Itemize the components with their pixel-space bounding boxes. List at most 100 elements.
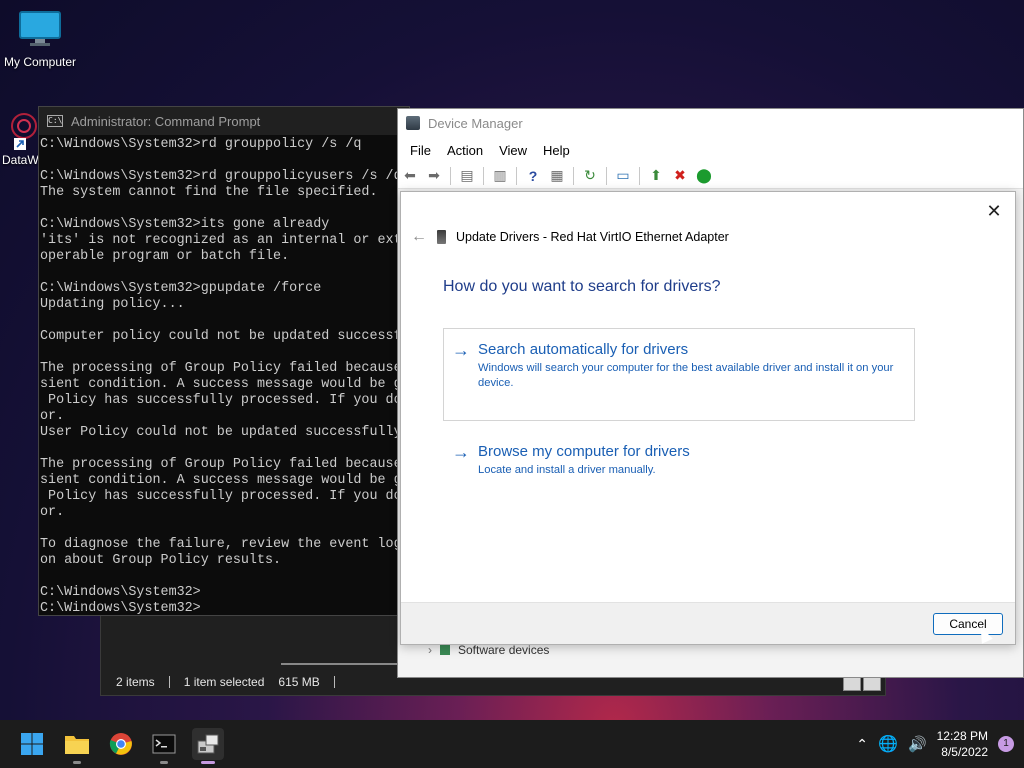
- option-description: Locate and install a driver manually.: [478, 464, 656, 476]
- network-globe-icon[interactable]: 🌐: [878, 734, 898, 754]
- cmd-icon: C:\: [47, 115, 63, 127]
- horizontal-scrollbar[interactable]: [281, 663, 401, 665]
- status-divider: [168, 676, 170, 688]
- help-icon[interactable]: ?: [523, 166, 543, 186]
- status-item-count: 2 items: [116, 675, 155, 689]
- properties-icon[interactable]: ▥: [490, 166, 510, 186]
- action-pane-icon[interactable]: ▦: [547, 166, 567, 186]
- menu-help[interactable]: Help: [535, 143, 578, 158]
- clock[interactable]: 12:28 PM 8/5/2022: [937, 728, 988, 760]
- update-drivers-dialog[interactable]: ✕ ← Update Drivers - Red Hat VirtIO Ethe…: [400, 191, 1016, 645]
- dialog-footer: Cancel: [401, 602, 1015, 644]
- toolbar-divider: [573, 166, 574, 185]
- folder-icon: [65, 736, 89, 754]
- taskbar-terminal[interactable]: [148, 728, 180, 764]
- menu-file[interactable]: File: [402, 143, 439, 158]
- console-line: Policy has successfully processed. If yo…: [40, 489, 409, 504]
- tree-item-label: Software devices: [458, 643, 550, 657]
- devmgr-menu-bar: File Action View Help: [398, 137, 1023, 163]
- close-icon[interactable]: ✕: [983, 200, 1005, 222]
- notification-badge[interactable]: 1: [998, 736, 1014, 752]
- menu-action[interactable]: Action: [439, 143, 491, 158]
- option-title: Browse my computer for drivers: [478, 443, 690, 460]
- console-line: C:\Windows\System32>: [40, 601, 201, 615]
- console-line: Policy has successfully processed. If yo…: [40, 393, 409, 408]
- back-arrow-icon[interactable]: ←: [411, 228, 427, 246]
- desktop-icon-dataw[interactable]: DataW: [2, 110, 38, 167]
- console-line: The processing of Group Policy failed be…: [40, 457, 409, 472]
- terminal-icon: [152, 734, 176, 754]
- device-manager-icon: [197, 734, 219, 754]
- console-line: sient condition. A success message would…: [40, 473, 409, 488]
- console-line: C:\Windows\System32>gpupdate /force: [40, 281, 322, 296]
- dialog-question: How do you want to search for drivers?: [443, 278, 721, 295]
- taskbar-device-manager[interactable]: [192, 728, 224, 764]
- start-button[interactable]: [16, 728, 48, 760]
- running-indicator: [160, 761, 168, 764]
- console-line: Computer policy could not be updated suc…: [40, 329, 409, 344]
- chrome-icon: [109, 733, 132, 755]
- taskbar-chrome[interactable]: [105, 728, 137, 760]
- enable-device-icon[interactable]: ⬤: [694, 166, 714, 186]
- system-tray: ⌃ 🌐 🔊 12:28 PM 8/5/2022 1: [856, 720, 1014, 768]
- computer-icon: [19, 11, 61, 46]
- tree-item-software-devices[interactable]: › Software devices: [428, 643, 549, 657]
- status-selected: 1 item selected: [183, 675, 265, 689]
- dialog-header-title: Update Drivers - Red Hat VirtIO Ethernet…: [456, 230, 729, 244]
- console-line: on about Group Policy results.: [40, 553, 282, 568]
- browse-computer-option[interactable]: → Browse my computer for drivers Locate …: [443, 430, 915, 486]
- uninstall-red-x-icon[interactable]: ✖: [670, 166, 690, 186]
- option-title: Search automatically for drivers: [478, 341, 689, 358]
- console-line: or.: [40, 505, 65, 520]
- toolbar-divider: [483, 166, 484, 185]
- cmd-console-output[interactable]: C:\Windows\System32>rd grouppolicy /s /q…: [39, 137, 409, 615]
- console-line: The processing of Group Policy failed be…: [40, 361, 409, 376]
- menu-view[interactable]: View: [491, 143, 535, 158]
- dialog-header: ← Update Drivers - Red Hat VirtIO Ethern…: [411, 228, 729, 246]
- update-driver-icon[interactable]: ↻: [580, 166, 600, 186]
- cancel-button[interactable]: Cancel: [933, 613, 1003, 635]
- console-line: User Policy could not be updated success…: [40, 425, 409, 440]
- search-automatically-option[interactable]: → Search automatically for drivers Windo…: [443, 328, 915, 421]
- desktop-icon-label: My Computer: [3, 55, 77, 69]
- console-line: The system cannot find the file specifie…: [40, 185, 378, 200]
- show-hide-console-tree-icon[interactable]: ▤: [457, 166, 477, 186]
- console-line: 'its' is not recognized as an internal o…: [40, 233, 409, 248]
- console-line: Updating policy...: [40, 297, 185, 312]
- taskbar: ⌃ 🌐 🔊 12:28 PM 8/5/2022 1: [0, 720, 1024, 768]
- running-indicator: [73, 761, 81, 764]
- cmd-title-bar[interactable]: C:\ Administrator: Command Prompt: [39, 107, 409, 135]
- active-indicator: [201, 761, 215, 764]
- console-line: operable program or batch file.: [40, 249, 290, 264]
- console-line: C:\Windows\System32>: [40, 585, 201, 600]
- command-prompt-window[interactable]: C:\ Administrator: Command Prompt C:\Win…: [38, 106, 410, 616]
- devmgr-toolbar: ⬅ ➡ ▤ ▥ ? ▦ ↻ ▭ ⬆ ✖ ⬤: [398, 163, 1023, 189]
- monitor-icon[interactable]: ▭: [613, 166, 633, 186]
- clock-time: 12:28 PM: [936, 729, 988, 743]
- clock-date: 8/5/2022: [941, 745, 988, 759]
- device-manager-icon: [406, 116, 420, 130]
- taskbar-file-explorer[interactable]: [61, 728, 93, 764]
- desktop-icon-label: DataW: [2, 153, 38, 167]
- back-arrow-icon[interactable]: ⬅: [400, 166, 420, 186]
- chevron-right-icon: ›: [428, 643, 432, 657]
- option-description: Windows will search your computer for th…: [478, 362, 894, 389]
- software-devices-icon: [440, 645, 450, 655]
- toolbar-divider: [450, 166, 451, 185]
- add-legacy-hardware-icon[interactable]: ⬆: [646, 166, 666, 186]
- devmgr-title: Device Manager: [428, 115, 523, 131]
- chevron-up-icon[interactable]: ⌃: [856, 736, 868, 753]
- cmd-title: Administrator: Command Prompt: [71, 113, 261, 129]
- desktop-icon-my-computer[interactable]: My Computer: [2, 10, 78, 69]
- devmgr-title-bar[interactable]: Device Manager: [398, 109, 1023, 137]
- volume-icon[interactable]: 🔊: [908, 735, 927, 753]
- console-line: or.: [40, 409, 65, 424]
- forward-arrow-icon[interactable]: ➡: [424, 166, 444, 186]
